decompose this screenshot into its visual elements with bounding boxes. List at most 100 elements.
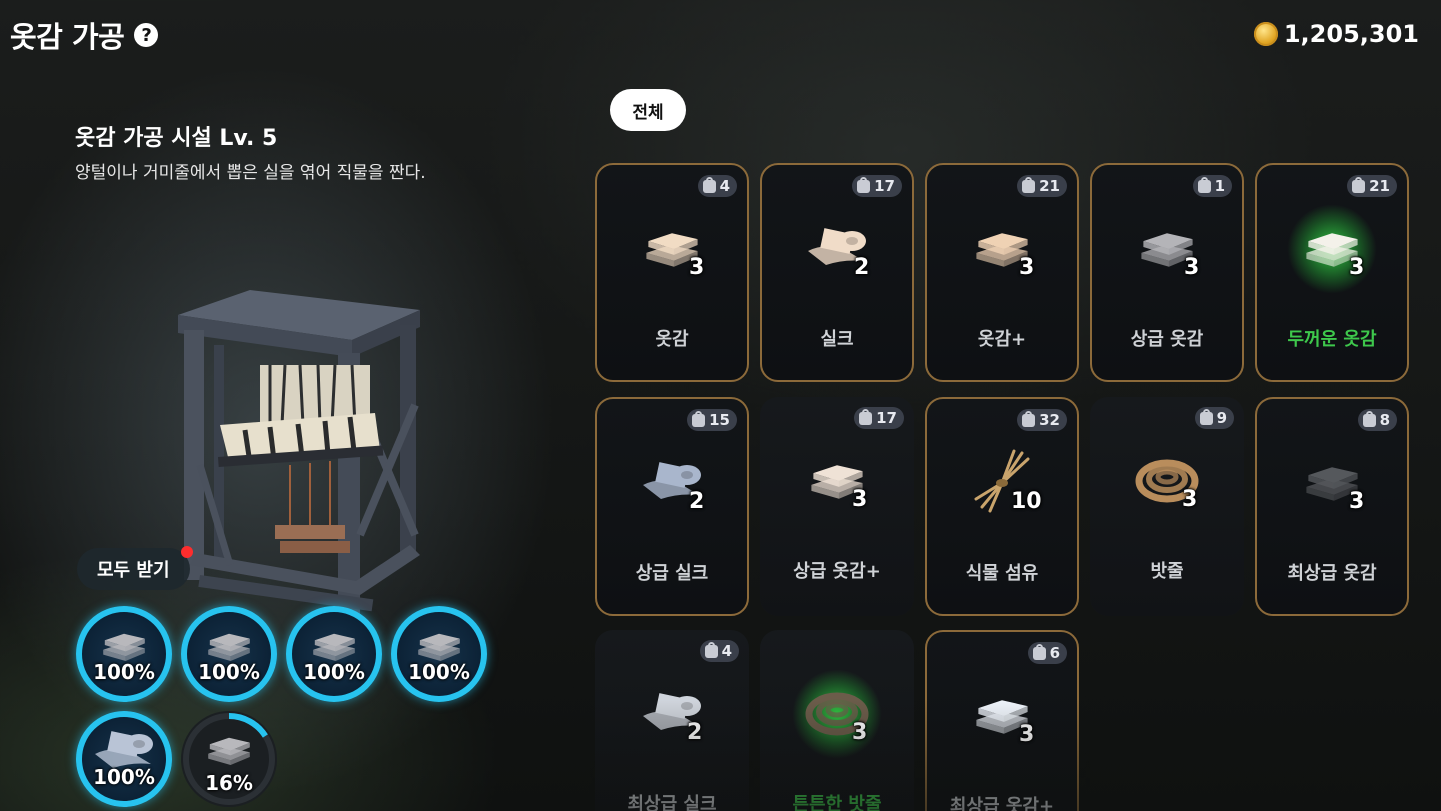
production-slot[interactable]: 100% — [76, 606, 172, 702]
item-card[interactable]: 4 3 옷감 — [595, 163, 749, 382]
item-name: 상급 옷감 — [1130, 329, 1204, 350]
item-card[interactable]: 4 2 최상급 실크 — [595, 630, 749, 811]
item-name: 튼튼한 밧줄 — [792, 794, 882, 811]
stock-badge: 17 — [854, 407, 904, 429]
item-quantity: 2 — [689, 489, 705, 514]
stock-count: 21 — [1039, 177, 1060, 195]
bag-icon — [1032, 643, 1046, 660]
collect-all-label: 모두 받기 — [97, 560, 170, 581]
stock-count: 6 — [1049, 644, 1060, 662]
stock-badge: 8 — [1357, 409, 1397, 431]
facility-title: 옷감 가공 시설 Lv. 5 — [75, 126, 278, 151]
stock-badge: 15 — [687, 409, 737, 431]
item-quantity: 3 — [852, 487, 868, 512]
bag-icon — [1199, 408, 1213, 425]
item-card[interactable]: 6 3 최상급 옷감+ — [925, 630, 1079, 811]
item-quantity: 3 — [852, 720, 868, 745]
production-slot[interactable]: 16% — [181, 711, 277, 807]
item-card[interactable]: 15 2 상급 실크 — [595, 397, 749, 616]
currency-display: 1,205,301 — [1253, 20, 1419, 48]
stock-badge: 21 — [1017, 175, 1067, 197]
item-card[interactable]: 8 3 최상급 옷감 — [1255, 397, 1409, 616]
bag-icon — [1197, 176, 1211, 193]
loom-illustration — [178, 290, 420, 615]
item-name: 두꺼운 옷감 — [1287, 329, 1377, 350]
slot-percent: 16% — [205, 771, 253, 795]
slot-percent: 100% — [198, 660, 260, 684]
bag-icon — [1352, 176, 1366, 193]
page-title: 옷감 가공 — [10, 20, 125, 54]
item-name: 최상급 실크 — [627, 794, 717, 811]
stock-badge: 32 — [1017, 409, 1067, 431]
slot-percent: 100% — [93, 660, 155, 684]
stock-count: 15 — [709, 411, 730, 429]
gold-coin-icon — [1253, 22, 1278, 46]
bag-icon — [692, 410, 706, 427]
bag-icon — [1022, 410, 1036, 427]
stock-badge: 4 — [699, 640, 739, 662]
stock-count: 32 — [1039, 411, 1060, 429]
stock-badge: 9 — [1194, 407, 1234, 429]
stock-count: 21 — [1369, 177, 1390, 195]
collect-all-button[interactable]: 모두 받기 — [77, 546, 193, 590]
stock-badge: 21 — [1347, 175, 1397, 197]
bag-icon — [1362, 410, 1376, 427]
bag-icon — [1022, 176, 1036, 193]
slot-percent: 100% — [408, 660, 470, 684]
item-name: 상급 옷감+ — [793, 561, 881, 582]
item-quantity: 3 — [689, 255, 705, 280]
item-quantity: 2 — [687, 720, 703, 745]
stock-count: 1 — [1214, 177, 1225, 195]
item-quantity: 3 — [1019, 722, 1035, 747]
stock-badge: 4 — [697, 175, 737, 197]
item-quantity: 3 — [1184, 255, 1200, 280]
item-card[interactable]: 9 3 밧줄 — [1090, 397, 1244, 616]
production-slot[interactable]: 100% — [391, 606, 487, 702]
stock-count: 4 — [719, 177, 730, 195]
item-quantity: 3 — [1349, 489, 1365, 514]
facility-description: 양털이나 거미줄에서 뽑은 실을 엮어 직물을 짠다. — [75, 163, 426, 183]
item-card[interactable]: 17 3 상급 옷감+ — [760, 397, 914, 616]
stock-count: 4 — [721, 642, 732, 660]
item-quantity: 3 — [1182, 487, 1198, 512]
item-quantity: 3 — [1019, 255, 1035, 280]
stock-count: 17 — [876, 409, 897, 427]
production-slot[interactable]: 100% — [181, 606, 277, 702]
cloth-stack-icon — [203, 729, 255, 775]
item-card[interactable]: 21 3 두꺼운 옷감 — [1255, 163, 1409, 382]
notification-dot — [180, 546, 193, 558]
item-name: 식물 섬유 — [965, 563, 1039, 584]
item-name: 최상급 옷감+ — [949, 796, 1055, 811]
production-slot[interactable]: 100% — [286, 606, 382, 702]
bag-icon — [859, 408, 873, 425]
filter-all-button[interactable]: 전체 — [610, 89, 686, 131]
bag-icon — [702, 176, 716, 193]
item-card[interactable]: 3 튼튼한 밧줄 — [760, 630, 914, 811]
item-name: 옷감+ — [977, 329, 1027, 350]
item-quantity: 2 — [854, 255, 870, 280]
item-card[interactable]: 1 3 상급 옷감 — [1090, 163, 1244, 382]
bag-icon — [704, 641, 718, 658]
item-quantity: 3 — [1349, 255, 1365, 280]
help-icon[interactable]: ? — [134, 23, 159, 47]
item-name: 실크 — [820, 329, 854, 350]
slot-percent: 100% — [303, 660, 365, 684]
item-card[interactable]: 21 3 옷감+ — [925, 163, 1079, 382]
production-slot[interactable]: 100% — [76, 711, 172, 807]
stock-badge: 6 — [1027, 642, 1067, 664]
slot-percent: 100% — [93, 765, 155, 789]
gold-amount: 1,205,301 — [1283, 20, 1419, 48]
item-card[interactable]: 32 10 식물 섬유 — [925, 397, 1079, 616]
item-quantity: 10 — [1011, 489, 1042, 514]
stock-count: 8 — [1379, 411, 1390, 429]
stock-badge: 17 — [852, 175, 902, 197]
item-name: 상급 실크 — [635, 563, 709, 584]
stock-badge: 1 — [1192, 175, 1232, 197]
page-title-bar: 옷감 가공 ? — [10, 14, 159, 56]
stock-count: 9 — [1216, 409, 1227, 427]
item-name: 옷감 — [655, 329, 689, 350]
item-card[interactable]: 17 2 실크 — [760, 163, 914, 382]
bag-icon — [857, 176, 871, 193]
item-name: 최상급 옷감 — [1287, 563, 1377, 584]
stock-count: 17 — [874, 177, 895, 195]
